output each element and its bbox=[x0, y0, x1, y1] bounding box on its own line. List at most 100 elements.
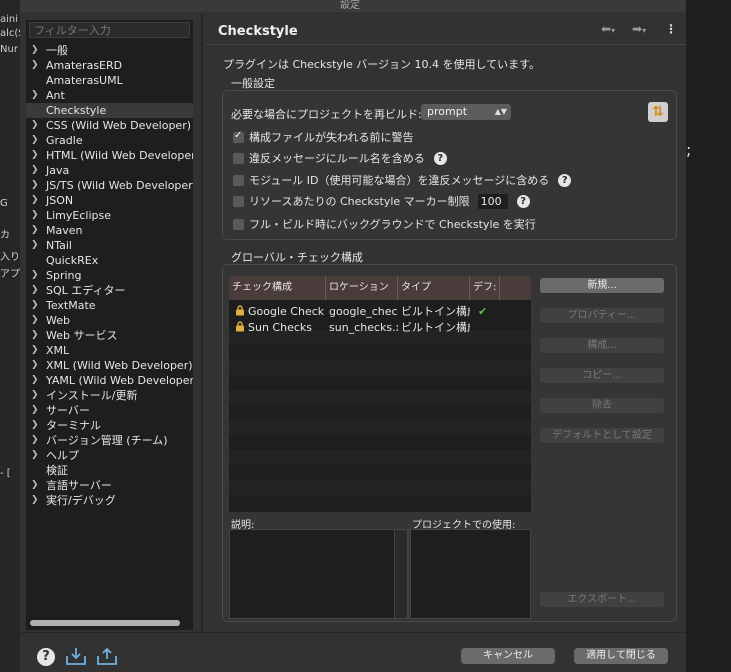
help-icon[interactable]: ? bbox=[516, 194, 530, 208]
sidebar-item[interactable]: ❯ JS/TS (Wild Web Developer) bbox=[26, 178, 193, 193]
help-icon[interactable]: ? bbox=[558, 173, 572, 187]
chevron-right-icon[interactable]: ❯ bbox=[31, 238, 41, 253]
checkbox-row[interactable]: リソースあたりの Checkstyle マーカー制限 100 ? bbox=[233, 193, 530, 209]
panel-splitter[interactable] bbox=[201, 14, 203, 632]
chevron-right-icon[interactable]: ❯ bbox=[31, 418, 41, 433]
sidebar-item[interactable]: ❯ Spring bbox=[26, 268, 193, 283]
sidebar-item[interactable]: ❯ ヘルプ bbox=[26, 448, 193, 463]
sidebar-item[interactable]: ❯ Java bbox=[26, 163, 193, 178]
chevron-right-icon[interactable]: ❯ bbox=[31, 328, 41, 343]
sidebar-item[interactable]: ❯ XML (Wild Web Developer) bbox=[26, 358, 193, 373]
filter-input[interactable] bbox=[29, 22, 190, 38]
help-icon[interactable]: ? bbox=[433, 151, 447, 165]
sidebar-item[interactable]: ❯ 一般 bbox=[26, 43, 193, 58]
import-icon[interactable] bbox=[65, 646, 87, 666]
sidebar-item[interactable]: ❯ TextMate bbox=[26, 298, 193, 313]
chevron-right-icon[interactable]: ❯ bbox=[31, 373, 41, 388]
sidebar-item[interactable]: ❯ XML bbox=[26, 343, 193, 358]
chevron-right-icon[interactable]: ❯ bbox=[31, 268, 41, 283]
chevron-right-icon[interactable]: ❯ bbox=[31, 388, 41, 403]
column-header-name[interactable]: チェック構成 bbox=[229, 276, 326, 300]
forward-arrow-icon[interactable]: ➡▾ bbox=[632, 22, 646, 36]
chevron-right-icon[interactable]: ❯ bbox=[31, 343, 41, 358]
column-header-default[interactable]: デフ: bbox=[470, 276, 500, 300]
configure-button[interactable]: 構成... bbox=[540, 338, 664, 353]
chevron-right-icon[interactable]: ❯ bbox=[31, 403, 41, 418]
sidebar-item[interactable]: ❯ Ant bbox=[26, 88, 193, 103]
sidebar-item[interactable]: ❯ CSS (Wild Web Developer) bbox=[26, 118, 193, 133]
chevron-right-icon[interactable]: ❯ bbox=[31, 148, 41, 163]
chevron-right-icon[interactable]: ❯ bbox=[31, 58, 41, 73]
table-row[interactable]: Google Check google_check ビルトイン構成 ✔ bbox=[229, 304, 531, 319]
chevron-right-icon[interactable]: ❯ bbox=[31, 223, 41, 238]
chevron-right-icon[interactable]: ❯ bbox=[31, 478, 41, 493]
horizontal-scrollbar[interactable] bbox=[30, 620, 180, 626]
chevron-right-icon[interactable]: ❯ bbox=[31, 448, 41, 463]
sidebar-item[interactable]: ❯ サーバー bbox=[26, 403, 193, 418]
help-icon[interactable]: ? bbox=[37, 648, 55, 666]
sidebar-item[interactable]: ❯ ターミナル bbox=[26, 418, 193, 433]
sidebar-item[interactable]: ❯ HTML (Wild Web Developer) bbox=[26, 148, 193, 163]
chevron-right-icon[interactable]: ❯ bbox=[31, 88, 41, 103]
new-button[interactable]: 新規... bbox=[540, 278, 664, 293]
sidebar-item[interactable]: ❯ NTail bbox=[26, 238, 193, 253]
remove-button[interactable]: 除去 bbox=[540, 398, 664, 413]
view-menu-icon[interactable]: ⋮ bbox=[665, 22, 677, 36]
checkbox-row[interactable]: 違反メッセージにルール名を含める ? bbox=[233, 150, 447, 166]
checkbox-row[interactable]: モジュール ID（使用可能な場合）を違反メッセージに含める ? bbox=[233, 172, 572, 188]
column-header-location[interactable]: ロケーション bbox=[326, 276, 398, 300]
sidebar-item[interactable]: ❯ バージョン管理 (チーム) bbox=[26, 433, 193, 448]
set-default-button[interactable]: デフォルトとして設定 bbox=[540, 428, 664, 443]
sidebar-item[interactable]: 検証 bbox=[26, 463, 193, 478]
sidebar-item[interactable]: Checkstyle bbox=[26, 103, 193, 118]
chevron-right-icon[interactable]: ❯ bbox=[31, 208, 41, 223]
export-icon[interactable] bbox=[96, 646, 118, 666]
export-button[interactable]: エクスポート... bbox=[540, 592, 664, 607]
sidebar-item[interactable]: ❯ LimyEclipse bbox=[26, 208, 193, 223]
sidebar-item[interactable]: QuickREx bbox=[26, 253, 193, 268]
sidebar-item[interactable]: ❯ YAML (Wild Web Developer) bbox=[26, 373, 193, 388]
marker-limit-field[interactable]: 100 bbox=[477, 193, 508, 209]
sidebar-item[interactable]: ❯ SQL エディター bbox=[26, 283, 193, 298]
checkbox[interactable] bbox=[233, 152, 244, 164]
chevron-right-icon[interactable]: ❯ bbox=[31, 163, 41, 178]
back-arrow-icon[interactable]: ⬅▾ bbox=[601, 22, 615, 36]
cancel-button[interactable]: キャンセル bbox=[461, 648, 555, 664]
sidebar-item[interactable]: ❯ インストール/更新 bbox=[26, 388, 193, 403]
rebuild-select[interactable]: prompt ▲▼ bbox=[421, 104, 511, 120]
checkbox[interactable] bbox=[233, 218, 244, 230]
apply-close-button[interactable]: 適用して閉じる bbox=[574, 648, 668, 664]
sidebar-item[interactable]: ❯ AmaterasERD bbox=[26, 58, 193, 73]
check-config-table[interactable]: チェック構成 ロケーション タイプ デフ: Google Check googl… bbox=[229, 276, 531, 512]
sidebar-item[interactable]: ❯ Web サービス bbox=[26, 328, 193, 343]
chevron-right-icon[interactable]: ❯ bbox=[31, 313, 41, 328]
sidebar-item[interactable]: AmaterasUML bbox=[26, 73, 193, 88]
column-header-type[interactable]: タイプ bbox=[398, 276, 470, 300]
chevron-right-icon[interactable]: ❯ bbox=[31, 43, 41, 58]
sidebar-item[interactable]: ❯ Maven bbox=[26, 223, 193, 238]
chevron-right-icon[interactable]: ❯ bbox=[31, 298, 41, 313]
chevron-right-icon[interactable]: ❯ bbox=[31, 133, 41, 148]
chevron-right-icon[interactable]: ❯ bbox=[31, 118, 41, 133]
description-scrollbar[interactable] bbox=[394, 529, 408, 619]
properties-button[interactable]: プロパティー... bbox=[540, 308, 664, 323]
chevron-right-icon[interactable]: ❯ bbox=[31, 178, 41, 193]
sidebar-item[interactable]: ❯ 実行/デバッグ bbox=[26, 493, 193, 508]
title-bar[interactable]: 設定 bbox=[20, 0, 686, 12]
chevron-right-icon[interactable]: ❯ bbox=[31, 193, 41, 208]
chevron-right-icon[interactable]: ❯ bbox=[31, 433, 41, 448]
sidebar-item[interactable]: ❯ Gradle bbox=[26, 133, 193, 148]
sidebar-item[interactable]: ❯ Web bbox=[26, 313, 193, 328]
checkbox[interactable] bbox=[233, 195, 244, 207]
refresh-button[interactable]: ⇅ bbox=[648, 102, 668, 122]
checkbox[interactable] bbox=[233, 130, 244, 143]
chevron-right-icon[interactable]: ❯ bbox=[31, 493, 41, 508]
chevron-right-icon[interactable]: ❯ bbox=[31, 358, 41, 373]
checkbox-row[interactable]: 構成ファイルが失われる前に警告 bbox=[233, 129, 413, 145]
table-row[interactable]: Sun Checks sun_checks.x ビルトイン構成 bbox=[229, 320, 531, 335]
checkbox-row[interactable]: フル・ビルド時にバックグラウンドで Checkstyle を実行 bbox=[233, 216, 536, 232]
sidebar-item[interactable]: ❯ JSON bbox=[26, 193, 193, 208]
copy-button[interactable]: コピー... bbox=[540, 368, 664, 383]
sidebar-item[interactable]: ❯ 言語サーバー bbox=[26, 478, 193, 493]
chevron-right-icon[interactable]: ❯ bbox=[31, 283, 41, 298]
